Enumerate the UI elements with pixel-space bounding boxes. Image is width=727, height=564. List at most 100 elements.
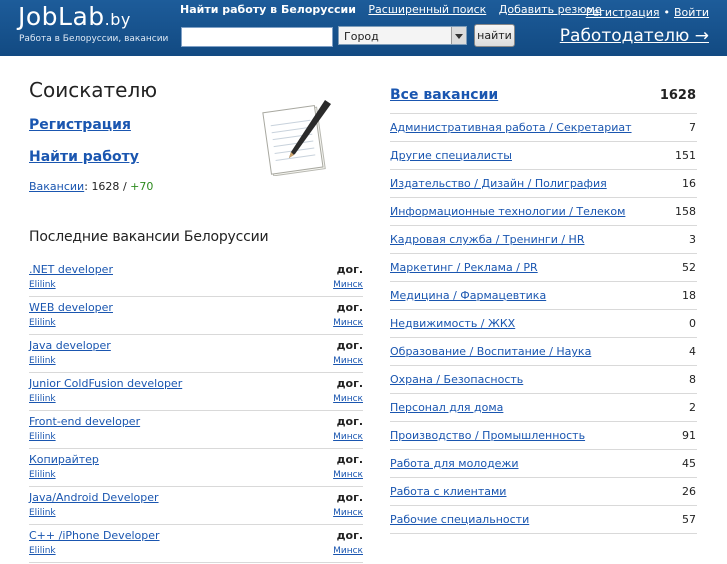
job-company[interactable]: Elilink [29, 280, 56, 290]
category-count: 8 [689, 373, 696, 386]
category-row: Медицина / Фармацевтика 18 [390, 282, 697, 310]
category-count: 45 [682, 457, 696, 470]
job-city[interactable]: Минск [333, 280, 363, 290]
all-vacancies-row: Все вакансии 1628 [390, 87, 697, 114]
job-row: WEB developer дог. Elilink Минск [29, 298, 363, 335]
job-title[interactable]: C++ /iPhone Developer [29, 529, 160, 542]
logo-tld: .by [104, 10, 131, 29]
job-salary: дог. [336, 529, 363, 542]
category-row: Кадровая служба / Тренинги / HR 3 [390, 226, 697, 254]
register-header-link[interactable]: Регистрация [586, 6, 660, 19]
job-city[interactable]: Минск [333, 356, 363, 366]
job-company[interactable]: Elilink [29, 432, 56, 442]
vacancies-new: +70 [130, 180, 154, 193]
job-salary: дог. [336, 339, 363, 352]
category-count: 2 [689, 401, 696, 414]
job-title[interactable]: .NET developer [29, 263, 113, 276]
main-nav: Найти работу в Белоруссии Расширенный по… [180, 3, 611, 16]
vacancies-link[interactable]: Вакансии [29, 180, 84, 193]
job-city[interactable]: Минск [333, 432, 363, 442]
job-city[interactable]: Минск [333, 394, 363, 404]
logo-main: JobLab [18, 2, 105, 31]
find-job-link[interactable]: Найти работу [29, 149, 139, 165]
category-row: Информационные технологии / Телеком 158 [390, 198, 697, 226]
site-header: JobLab.by Работа в Белоруссии, вакансии … [0, 0, 727, 56]
job-company[interactable]: Elilink [29, 470, 56, 480]
category-link[interactable]: Производство / Промышленность [390, 429, 585, 442]
category-link[interactable]: Медицина / Фармацевтика [390, 289, 546, 302]
category-link[interactable]: Издательство / Дизайн / Полиграфия [390, 177, 607, 190]
job-row: Front-end developer дог. Elilink Минск [29, 412, 363, 449]
category-count: 91 [682, 429, 696, 442]
all-vacancies-count: 1628 [659, 88, 696, 103]
category-row: Административная работа / Секретариат 7 [390, 114, 697, 142]
all-vacancies-link[interactable]: Все вакансии [390, 87, 498, 103]
category-link[interactable]: Охрана / Безопасность [390, 373, 523, 386]
category-count: 158 [675, 205, 696, 218]
nav-find-job[interactable]: Найти работу в Белоруссии [180, 3, 356, 16]
vacancies-total: 1628 [91, 180, 120, 193]
job-city[interactable]: Минск [333, 546, 363, 556]
job-city[interactable]: Минск [333, 508, 363, 518]
chevron-down-icon[interactable] [451, 27, 466, 44]
job-row: Java developer дог. Elilink Минск [29, 336, 363, 373]
job-row: Копирайтер дог. Elilink Минск [29, 450, 363, 487]
job-company[interactable]: Elilink [29, 546, 56, 556]
latest-jobs-list: .NET developer дог. Elilink Минск WEB de… [29, 260, 363, 564]
job-city[interactable]: Минск [333, 470, 363, 480]
category-link[interactable]: Работа с клиентами [390, 485, 506, 498]
city-select[interactable]: Город [338, 26, 467, 45]
job-company[interactable]: Elilink [29, 394, 56, 404]
job-company[interactable]: Elilink [29, 508, 56, 518]
job-title[interactable]: Java/Android Developer [29, 491, 159, 504]
category-link[interactable]: Недвижимость / ЖКХ [390, 317, 515, 330]
seeker-title: Соискателю [29, 78, 158, 102]
job-title[interactable]: Java developer [29, 339, 111, 352]
site-logo[interactable]: JobLab.by [18, 2, 131, 31]
employer-link[interactable]: Работодателю → [560, 26, 709, 46]
register-link[interactable]: Регистрация [29, 117, 131, 133]
category-row: Работа для молодежи 45 [390, 450, 697, 478]
job-company[interactable]: Elilink [29, 318, 56, 328]
category-link[interactable]: Информационные технологии / Телеком [390, 205, 625, 218]
job-row: Junior ColdFusion developer дог. Elilink… [29, 374, 363, 411]
search-input[interactable] [181, 27, 333, 47]
category-count: 151 [675, 149, 696, 162]
job-row: Java/Android Developer дог. Elilink Минс… [29, 488, 363, 525]
category-link[interactable]: Маркетинг / Реклама / PR [390, 261, 538, 274]
category-link[interactable]: Кадровая служба / Тренинги / HR [390, 233, 584, 246]
category-link[interactable]: Работа для молодежи [390, 457, 519, 470]
job-title[interactable]: Front-end developer [29, 415, 140, 428]
job-city[interactable]: Минск [333, 318, 363, 328]
job-salary: дог. [336, 301, 363, 314]
site-tagline: Работа в Белоруссии, вакансии [19, 34, 169, 44]
job-salary: дог. [336, 491, 363, 504]
category-link[interactable]: Образование / Воспитание / Наука [390, 345, 591, 358]
category-count: 26 [682, 485, 696, 498]
login-link[interactable]: Войти [674, 6, 709, 19]
vacancies-colon: : [84, 180, 88, 193]
search-button[interactable]: найти [474, 24, 515, 47]
category-link[interactable]: Другие специалисты [390, 149, 512, 162]
category-link[interactable]: Персонал для дома [390, 401, 503, 414]
job-company[interactable]: Elilink [29, 356, 56, 366]
job-salary: дог. [336, 377, 363, 390]
category-row: Маркетинг / Реклама / PR 52 [390, 254, 697, 282]
notepad-pen-icon [262, 100, 331, 176]
category-count: 52 [682, 261, 696, 274]
category-count: 57 [682, 513, 696, 526]
job-title[interactable]: Junior ColdFusion developer [29, 377, 182, 390]
job-title[interactable]: WEB developer [29, 301, 113, 314]
nav-advanced-search[interactable]: Расширенный поиск [368, 3, 486, 16]
latest-vacancies-title: Последние вакансии Белоруссии [29, 229, 269, 245]
category-row: Другие специалисты 151 [390, 142, 697, 170]
vacancies-count: Вакансии: 1628 / +70 [29, 180, 153, 193]
category-link[interactable]: Административная работа / Секретариат [390, 121, 632, 134]
category-link[interactable]: Рабочие специальности [390, 513, 529, 526]
auth-separator: • [663, 6, 671, 19]
category-row: Персонал для дома 2 [390, 394, 697, 422]
job-salary: дог. [336, 263, 363, 276]
city-select-value: Город [344, 30, 379, 43]
job-title[interactable]: Копирайтер [29, 453, 99, 466]
category-count: 4 [689, 345, 696, 358]
